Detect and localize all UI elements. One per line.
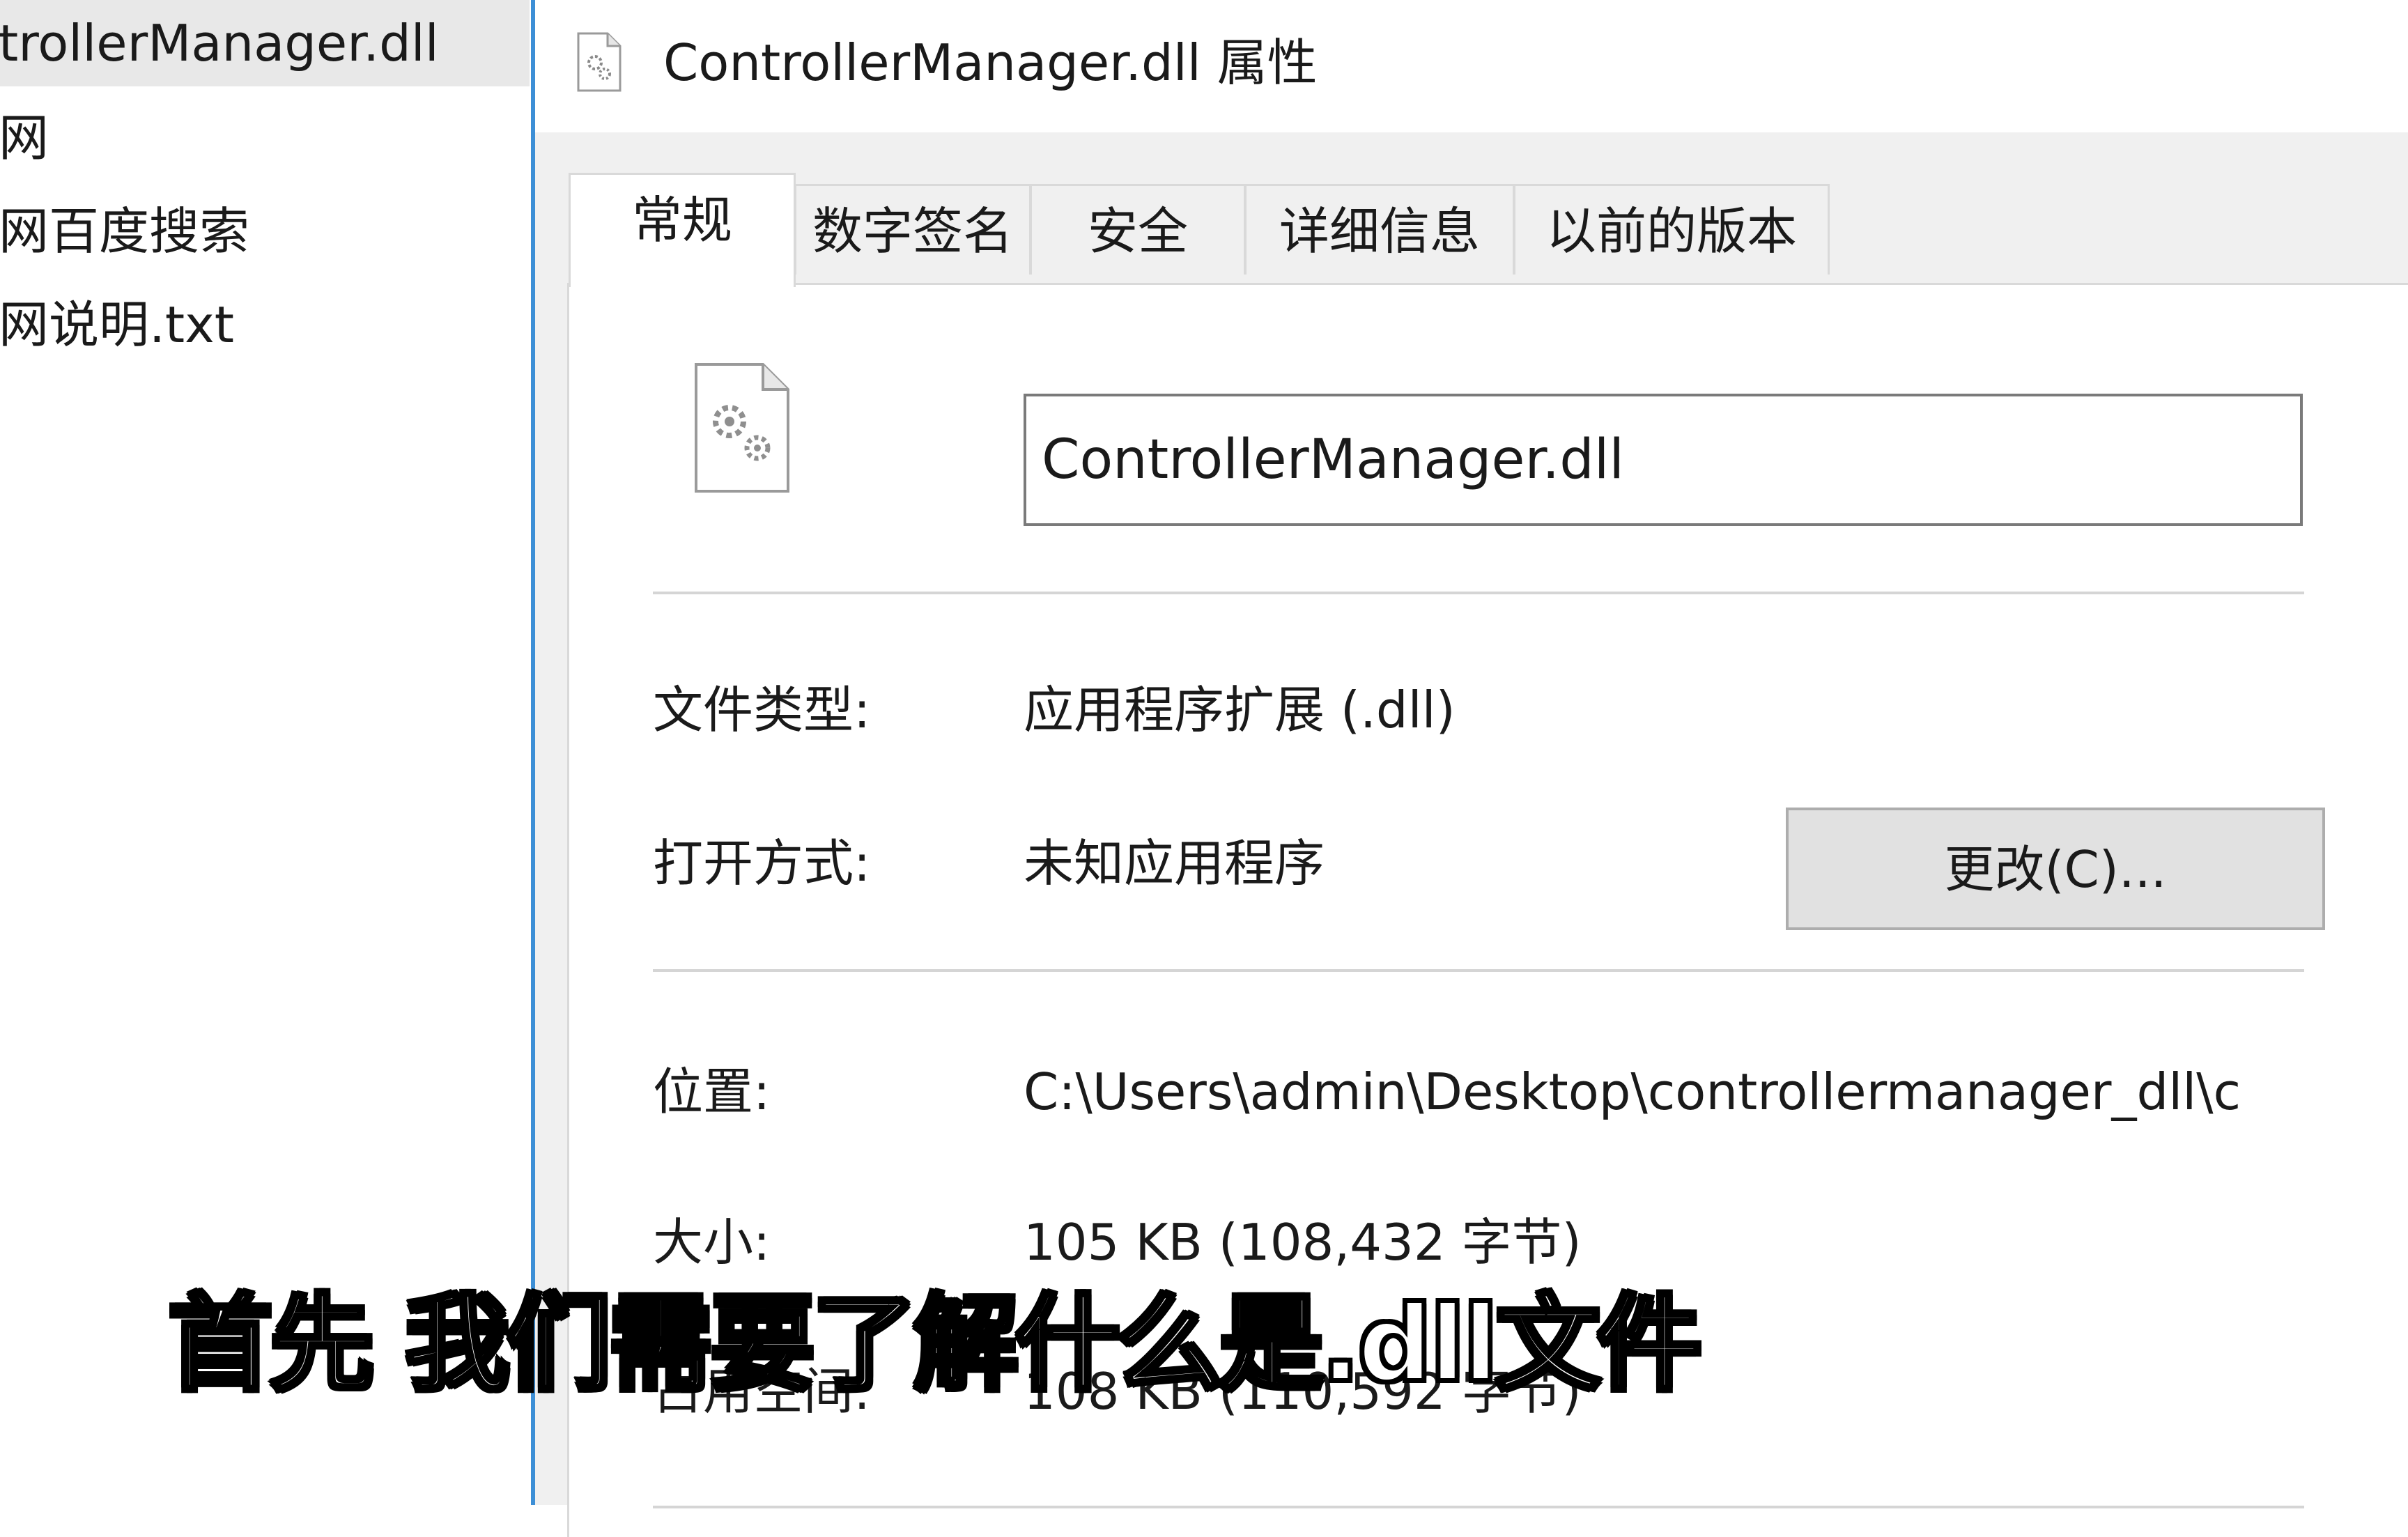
file-item-wang[interactable]: 网: [0, 95, 49, 181]
tab-bar: 常规 数字签名 安全 详细信息 以前的版本: [535, 132, 2408, 287]
separator: [653, 1506, 2304, 1508]
location-value-container: C:\Users\admin\Desktop\controllermanager…: [1024, 1057, 2304, 1127]
file-item-controllermanager-dll[interactable]: trollerManager.dll: [0, 0, 530, 86]
separator: [653, 592, 2304, 594]
dll-file-large-icon: [695, 363, 789, 493]
separator: [653, 969, 2304, 972]
file-name-input[interactable]: [1024, 394, 2303, 526]
file-item-baidu-search[interactable]: 网百度搜索: [0, 188, 249, 275]
tab-details[interactable]: 详细信息: [1244, 184, 1515, 275]
open-with-value: 未知应用程序: [1024, 834, 1325, 893]
change-button[interactable]: 更改(C)...: [1786, 808, 2325, 930]
window-title: ControllerManager.dll 属性: [663, 33, 1318, 92]
tab-general[interactable]: 常规: [569, 173, 796, 287]
video-subtitle: 首先 我们需要了解什么是.dll文件: [166, 1282, 1704, 1407]
location-label: 位置:: [653, 1063, 771, 1121]
tab-digital-signatures[interactable]: 数字签名: [794, 184, 1031, 275]
file-type-label: 文件类型:: [653, 681, 871, 739]
file-item-readme-txt[interactable]: 网说明.txt: [0, 281, 234, 368]
title-bar[interactable]: ControllerManager.dll 属性: [535, 0, 2408, 132]
open-with-label: 打开方式:: [653, 834, 871, 893]
location-value: C:\Users\admin\Desktop\controllermanager…: [1024, 1063, 2241, 1121]
file-type-value: 应用程序扩展 (.dll): [1024, 681, 1456, 739]
dll-file-icon: [577, 32, 622, 92]
tab-previous-versions[interactable]: 以前的版本: [1513, 184, 1830, 275]
tab-security[interactable]: 安全: [1030, 184, 1246, 275]
